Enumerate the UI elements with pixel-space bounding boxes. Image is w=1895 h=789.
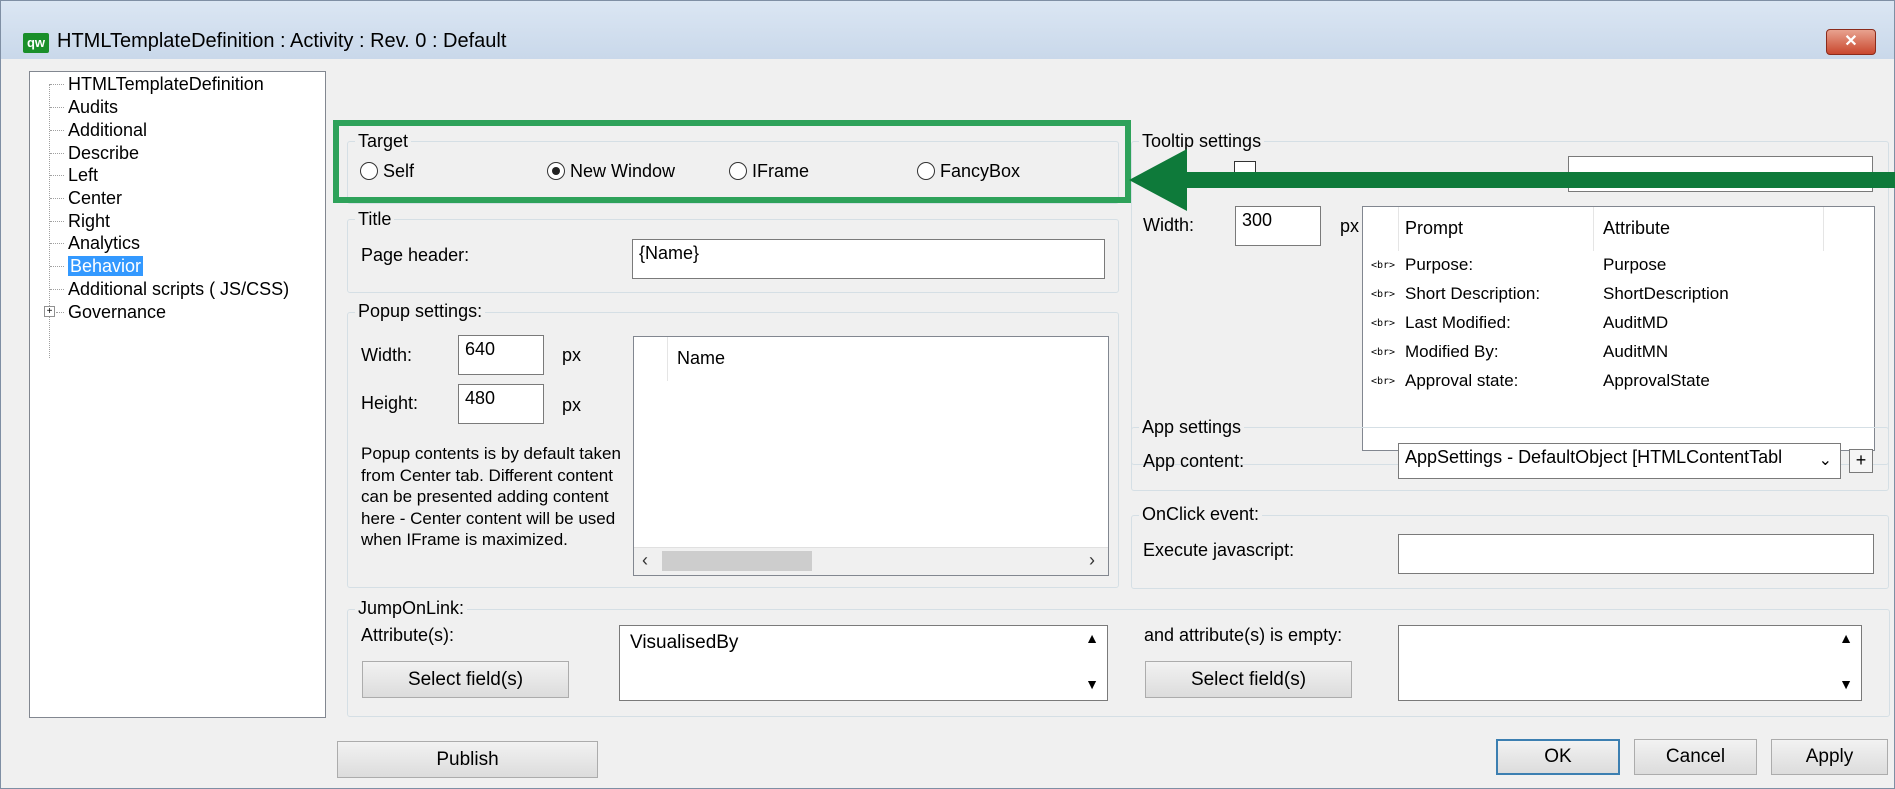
tree-connector bbox=[50, 243, 64, 244]
horizontal-scrollbar[interactable]: ‹ › bbox=[634, 547, 1108, 575]
onclick-event-legend: OnClick event: bbox=[1139, 504, 1263, 524]
empty-attribute-label: and attribute(s) is empty: bbox=[1144, 625, 1343, 645]
grid-row-prompt[interactable]: Approval state: bbox=[1405, 371, 1518, 391]
popup-height-unit: px bbox=[562, 395, 582, 415]
app-content-select[interactable]: AppSettings - DefaultObject [HTMLContent… bbox=[1398, 443, 1841, 479]
grid-header-prompt[interactable]: Prompt bbox=[1405, 218, 1463, 239]
grid-column-divider bbox=[1398, 207, 1399, 251]
app-settings-legend: App settings bbox=[1139, 417, 1245, 437]
br-tag-icon: <br> bbox=[1371, 289, 1396, 300]
tree-item-analytics[interactable]: Analytics bbox=[68, 231, 140, 255]
popup-settings-legend: Popup settings: bbox=[355, 301, 486, 321]
ok-button[interactable]: OK bbox=[1496, 739, 1620, 775]
list-header-name[interactable]: Name bbox=[677, 348, 725, 369]
br-tag-icon: <br> bbox=[1371, 347, 1396, 358]
tree-connector bbox=[50, 153, 64, 154]
add-app-content-button[interactable]: + bbox=[1849, 449, 1873, 473]
publish-button[interactable]: Publish bbox=[337, 741, 598, 778]
tree-item-center[interactable]: Center bbox=[68, 186, 122, 210]
tooltip-width-unit: px bbox=[1340, 216, 1360, 236]
popup-width-input[interactable]: 640 bbox=[458, 335, 544, 375]
expand-icon[interactable]: + bbox=[44, 306, 55, 317]
scroll-left-icon[interactable]: ‹ bbox=[642, 550, 648, 571]
grid-row-prompt[interactable]: Last Modified: bbox=[1405, 313, 1511, 333]
tree-connector bbox=[50, 266, 64, 267]
app-icon: qw bbox=[23, 33, 49, 53]
navigation-tree[interactable]: HTMLTemplateDefinition Audits Additional… bbox=[29, 71, 326, 718]
popup-width-unit: px bbox=[562, 345, 582, 365]
grid-row-prompt[interactable]: Modified By: bbox=[1405, 342, 1499, 362]
select-fields-button[interactable]: Select field(s) bbox=[362, 661, 569, 698]
grid-row-attribute[interactable]: ShortDescription bbox=[1603, 284, 1729, 304]
tree-connector bbox=[50, 221, 64, 222]
tree-connector bbox=[50, 175, 64, 176]
page-header-input[interactable]: {Name} bbox=[632, 239, 1105, 279]
tree-item-right[interactable]: Right bbox=[68, 209, 110, 233]
popup-width-label: Width: bbox=[361, 345, 413, 365]
popup-height-input[interactable]: 480 bbox=[458, 384, 544, 424]
tree-connector bbox=[56, 312, 64, 313]
tree-connector bbox=[50, 198, 64, 199]
list-column-divider bbox=[667, 337, 668, 381]
scroll-up-icon[interactable]: ▲ bbox=[1085, 630, 1099, 646]
grid-row-attribute[interactable]: AuditMN bbox=[1603, 342, 1668, 362]
grid-header-attribute[interactable]: Attribute bbox=[1603, 218, 1670, 239]
tooltip-attributes-grid[interactable]: Prompt Attribute <br> Purpose: Purpose <… bbox=[1362, 206, 1875, 451]
grid-row-attribute[interactable]: AuditMD bbox=[1603, 313, 1668, 333]
jump-attribute-value: VisualisedBy bbox=[630, 632, 739, 653]
grid-row-attribute[interactable]: ApprovalState bbox=[1603, 371, 1710, 391]
grid-column-divider bbox=[1593, 207, 1594, 251]
jump-attribute-input[interactable]: VisualisedBy ▲ ▼ bbox=[619, 625, 1108, 701]
scroll-right-icon[interactable]: › bbox=[1089, 550, 1095, 571]
tree-connector bbox=[50, 107, 64, 108]
execute-javascript-label: Execute javascript: bbox=[1143, 540, 1295, 560]
scrollbar-thumb[interactable] bbox=[662, 551, 812, 571]
tree-item-behavior[interactable]: Behavior bbox=[68, 254, 144, 278]
app-content-value: AppSettings - DefaultObject [HTMLContent… bbox=[1405, 447, 1783, 467]
annotation-arrow-icon bbox=[1129, 149, 1895, 211]
scroll-up-icon[interactable]: ▲ bbox=[1839, 630, 1853, 646]
popup-content-list[interactable]: Name ‹ › bbox=[633, 336, 1109, 576]
tooltip-settings-legend: Tooltip settings bbox=[1139, 131, 1265, 151]
page-header-label: Page header: bbox=[361, 245, 470, 265]
cancel-button[interactable]: Cancel bbox=[1634, 739, 1757, 775]
scroll-down-icon[interactable]: ▼ bbox=[1839, 676, 1853, 692]
chevron-down-icon[interactable]: ⌄ bbox=[1819, 450, 1832, 470]
br-tag-icon: <br> bbox=[1371, 376, 1396, 387]
grid-column-divider bbox=[1823, 207, 1824, 251]
scroll-down-icon[interactable]: ▼ bbox=[1085, 676, 1099, 692]
jump-on-link-legend: JumpOnLink: bbox=[355, 598, 468, 618]
tooltip-width-label: Width: bbox=[1143, 215, 1195, 235]
tree-item-left[interactable]: Left bbox=[68, 163, 98, 187]
popup-height-label: Height: bbox=[361, 393, 419, 413]
apply-button[interactable]: Apply bbox=[1771, 739, 1888, 775]
grid-row-attribute[interactable]: Purpose bbox=[1603, 255, 1666, 275]
jump-attribute-label: Attribute(s): bbox=[361, 625, 455, 645]
tree-connector bbox=[50, 84, 64, 85]
close-button[interactable]: ✕ bbox=[1826, 29, 1876, 55]
select-fields-button-empty[interactable]: Select field(s) bbox=[1145, 661, 1352, 698]
window-title: HTMLTemplateDefinition : Activity : Rev.… bbox=[57, 30, 507, 52]
tree-item-additional-scripts[interactable]: Additional scripts ( JS/CSS) bbox=[68, 277, 289, 301]
grid-row-prompt[interactable]: Purpose: bbox=[1405, 255, 1473, 275]
tree-item-additional[interactable]: Additional bbox=[68, 118, 147, 142]
execute-javascript-input[interactable] bbox=[1398, 534, 1874, 574]
br-tag-icon: <br> bbox=[1371, 318, 1396, 329]
target-highlight-box bbox=[333, 120, 1131, 203]
br-tag-icon: <br> bbox=[1371, 260, 1396, 271]
tooltip-width-input[interactable]: 300 bbox=[1235, 206, 1321, 246]
tree-connector bbox=[50, 130, 64, 131]
title-legend: Title bbox=[355, 209, 395, 229]
tree-item-describe[interactable]: Describe bbox=[68, 141, 139, 165]
tree-connector bbox=[50, 289, 64, 290]
tree-item-governance[interactable]: Governance bbox=[68, 300, 166, 324]
tree-item-audits[interactable]: Audits bbox=[68, 95, 118, 119]
dialog-window: qw HTMLTemplateDefinition : Activity : R… bbox=[0, 0, 1895, 789]
title-bar[interactable]: qw HTMLTemplateDefinition : Activity : R… bbox=[1, 1, 1894, 59]
empty-attribute-input[interactable]: ▲ ▼ bbox=[1398, 625, 1862, 701]
grid-row-prompt[interactable]: Short Description: bbox=[1405, 284, 1540, 304]
app-content-label: App content: bbox=[1143, 451, 1245, 471]
tree-item-htmltemplatedefinition[interactable]: HTMLTemplateDefinition bbox=[68, 72, 264, 96]
popup-note: Popup contents is by default taken from … bbox=[361, 444, 621, 549]
